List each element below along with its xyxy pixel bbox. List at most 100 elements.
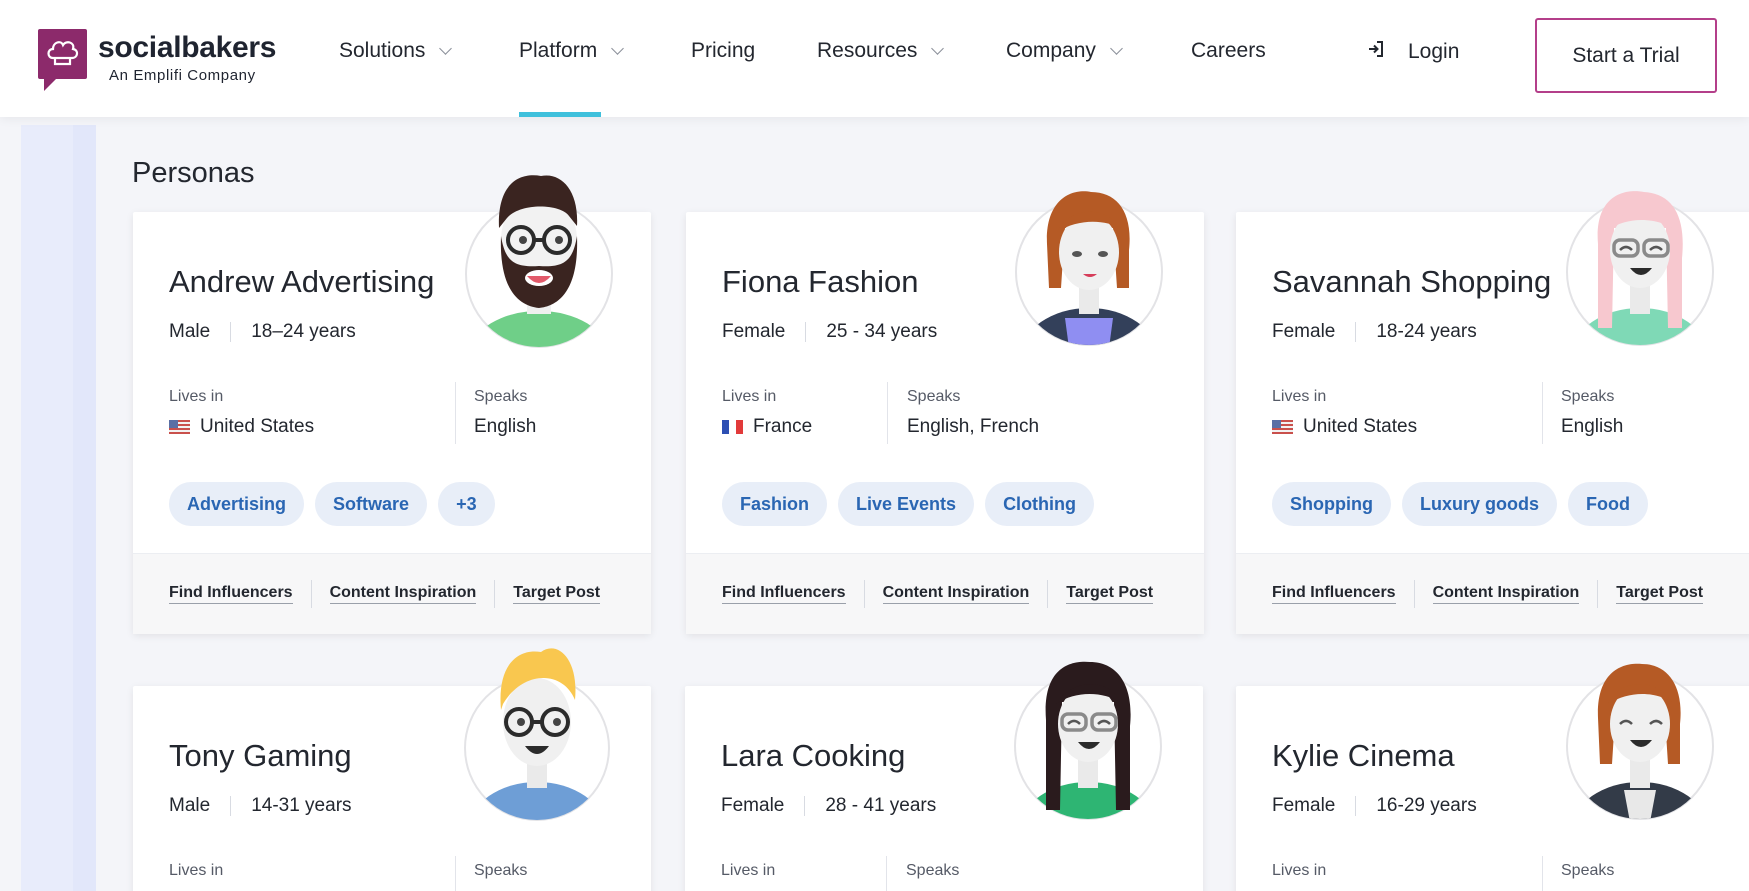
brand-logo[interactable]: socialbakers An Emplifi Company xyxy=(38,29,277,91)
interest-tag[interactable]: Software xyxy=(315,482,428,526)
target-post-link[interactable]: Target Post xyxy=(1616,584,1704,604)
persona-gender: Female xyxy=(721,795,785,816)
persona-demographics: Female 18-24 years xyxy=(1272,321,1477,343)
speaks-label: Speaks xyxy=(474,388,528,405)
divider xyxy=(1047,580,1049,608)
chevron-down-icon xyxy=(1110,41,1123,55)
persona-demographics: Male 18–24 years xyxy=(169,321,356,343)
lives-in-value: France xyxy=(722,416,812,438)
target-post-link[interactable]: Target Post xyxy=(513,584,601,604)
divider xyxy=(1542,382,1543,444)
interest-tag[interactable]: Advertising xyxy=(169,482,305,526)
lives-in-country: France xyxy=(753,416,813,437)
us-flag-icon xyxy=(1272,420,1293,434)
nav-solutions-label: Solutions xyxy=(339,39,426,62)
lives-in-country: United States xyxy=(1303,416,1418,437)
speaks-label: Speaks xyxy=(1561,862,1615,879)
persona-name: Kylie Cinema xyxy=(1272,738,1455,773)
speaks-label: Speaks xyxy=(474,862,528,879)
divider xyxy=(886,856,887,891)
divider xyxy=(1355,796,1357,816)
more-tags-badge[interactable]: +3 xyxy=(438,482,495,526)
content-inspiration-link[interactable]: Content Inspiration xyxy=(882,584,1030,604)
persona-demographics: Female 25 - 34 years xyxy=(722,321,937,343)
brand-subtitle: An Emplifi Company xyxy=(109,67,256,84)
persona-gender: Male xyxy=(169,795,211,816)
us-flag-icon xyxy=(169,420,190,434)
divider xyxy=(1542,856,1543,891)
speaks-value: English xyxy=(474,416,537,437)
find-influencers-link[interactable]: Find Influencers xyxy=(1272,584,1396,604)
divider xyxy=(230,796,232,816)
interest-tag[interactable]: Food xyxy=(1568,482,1648,526)
persona-age: 25 - 34 years xyxy=(826,321,938,342)
divider xyxy=(1597,580,1599,608)
interest-tag[interactable]: Shopping xyxy=(1272,482,1391,526)
login-link[interactable]: Login xyxy=(1366,39,1459,65)
chevron-down-icon xyxy=(931,41,945,55)
andrew-avatar-icon xyxy=(465,175,613,348)
tony-avatar-icon xyxy=(464,648,610,821)
content-inspiration-link[interactable]: Content Inspiration xyxy=(1432,584,1580,604)
login-label: Login xyxy=(1408,40,1460,63)
nav-solutions[interactable]: Solutions xyxy=(339,39,453,63)
find-influencers-link[interactable]: Find Influencers xyxy=(722,584,846,604)
site-header: socialbakers An Emplifi Company Solution… xyxy=(0,0,1749,117)
lives-in-label: Lives in xyxy=(1272,862,1327,879)
persona-demographics: Female 28 - 41 years xyxy=(721,795,936,817)
persona-gender: Male xyxy=(169,321,211,342)
chevron-down-icon xyxy=(611,41,625,55)
speaks-value: English xyxy=(1561,416,1624,437)
nav-company-label: Company xyxy=(1006,39,1096,62)
lara-avatar-icon xyxy=(1014,661,1162,820)
divider xyxy=(494,580,496,608)
persona-name: Savannah Shopping xyxy=(1272,264,1552,299)
divider xyxy=(863,580,865,608)
target-post-link[interactable]: Target Post xyxy=(1066,584,1154,604)
content-inspiration-link[interactable]: Content Inspiration xyxy=(329,584,477,604)
card-actions: Find Influencers Content Inspiration Tar… xyxy=(133,553,651,634)
find-influencers-link[interactable]: Find Influencers xyxy=(169,584,293,604)
interest-tags: Shopping Luxury goods Food xyxy=(1272,482,1659,526)
divider xyxy=(455,382,456,444)
start-trial-button[interactable]: Start a Trial xyxy=(1535,18,1717,93)
nav-pricing[interactable]: Pricing xyxy=(691,39,755,63)
divider xyxy=(455,856,456,891)
brand-name: socialbakers xyxy=(98,31,277,64)
nav-careers[interactable]: Careers xyxy=(1191,39,1266,63)
lives-in-label: Lives in xyxy=(169,388,224,405)
left-sidebar-strip xyxy=(21,125,96,891)
savannah-avatar-icon xyxy=(1566,191,1714,346)
interest-tag[interactable]: Fashion xyxy=(722,482,828,526)
nav-platform-label: Platform xyxy=(519,39,598,62)
interest-tags: Advertising Software +3 xyxy=(169,482,506,526)
persona-age: 28 - 41 years xyxy=(825,795,937,816)
speaks-label: Speaks xyxy=(1561,388,1615,405)
nav-active-indicator xyxy=(519,112,601,117)
persona-name: Tony Gaming xyxy=(169,738,352,773)
fiona-avatar-icon xyxy=(1015,191,1163,346)
nav-resources[interactable]: Resources xyxy=(817,39,945,63)
nav-resources-label: Resources xyxy=(817,39,918,62)
nav-platform[interactable]: Platform xyxy=(519,39,625,63)
interest-tags: Fashion Live Events Clothing xyxy=(722,482,1105,526)
login-icon xyxy=(1366,39,1386,65)
lives-in-label: Lives in xyxy=(722,388,777,405)
section-title: Personas xyxy=(132,157,255,189)
persona-name: Andrew Advertising xyxy=(169,264,435,299)
persona-name: Lara Cooking xyxy=(721,738,906,773)
card-actions: Find Influencers Content Inspiration Tar… xyxy=(1236,553,1749,634)
chef-hat-logo-icon xyxy=(38,29,87,91)
kylie-avatar-icon xyxy=(1566,663,1714,820)
interest-tag[interactable]: Luxury goods xyxy=(1401,482,1557,526)
speaks-value: English, French xyxy=(907,416,1040,437)
divider xyxy=(804,796,806,816)
divider xyxy=(887,382,888,444)
lives-in-country: United States xyxy=(200,416,315,437)
interest-tag[interactable]: Live Events xyxy=(838,482,975,526)
interest-tag[interactable]: Clothing xyxy=(985,482,1095,526)
nav-careers-label: Careers xyxy=(1191,39,1266,62)
france-flag-icon xyxy=(722,420,743,434)
divider xyxy=(310,580,312,608)
nav-company[interactable]: Company xyxy=(1006,39,1123,63)
